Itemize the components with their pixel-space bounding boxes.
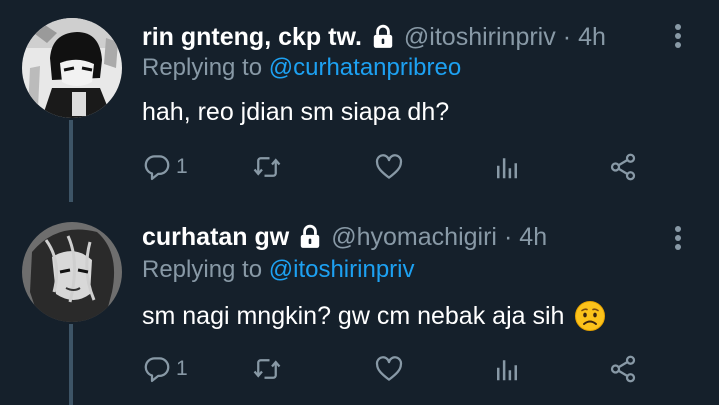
retweet-button[interactable]: [252, 150, 282, 184]
tweet-header: curhatan gw @hyomachigiri · 4h: [142, 222, 547, 252]
replying-to: Replying to @itoshirinpriv: [142, 256, 414, 284]
timestamp[interactable]: 4h: [519, 223, 547, 252]
separator: ·: [562, 22, 572, 51]
reply-count: 1: [176, 357, 188, 380]
like-button[interactable]: [374, 352, 404, 386]
avatar[interactable]: [22, 18, 122, 118]
replying-to-mention[interactable]: @itoshirinpriv: [269, 256, 415, 283]
reply-button[interactable]: 1: [142, 352, 188, 386]
reply-icon: [144, 357, 170, 382]
thread-line: [69, 324, 73, 405]
retweet-icon: [253, 157, 281, 177]
avatar[interactable]: [22, 222, 122, 322]
tweet[interactable]: rin gnteng, ckp tw. @itoshirinpriv · 4h …: [0, 0, 719, 202]
replying-to-mention[interactable]: @curhatanpribreo: [269, 54, 461, 81]
reply-button[interactable]: 1: [142, 150, 188, 184]
tweet-text: hah, reo jdian sm siapa dh?: [142, 98, 449, 127]
more-button[interactable]: [668, 222, 688, 254]
replying-prefix: Replying to: [142, 54, 263, 81]
share-icon: [610, 355, 636, 383]
more-vertical-icon: [675, 226, 681, 232]
thread-line: [69, 120, 73, 202]
handle[interactable]: @itoshirinpriv: [404, 23, 556, 52]
display-name[interactable]: curhatan gw: [142, 223, 289, 252]
share-icon: [610, 153, 636, 181]
tweet-header: rin gnteng, ckp tw. @itoshirinpriv · 4h: [142, 22, 606, 52]
tweet[interactable]: curhatan gw @hyomachigiri · 4h Replying …: [0, 202, 719, 405]
retweet-button[interactable]: [252, 352, 282, 386]
tweet-text-content: hah, reo jdian sm siapa dh?: [142, 98, 450, 126]
share-button[interactable]: [608, 150, 638, 184]
stats-button[interactable]: [492, 352, 522, 386]
separator: ·: [503, 222, 513, 251]
stats-icon: [497, 158, 517, 179]
reply-icon: [144, 155, 170, 180]
like-button[interactable]: [374, 150, 404, 184]
tweet-actions: 1: [142, 150, 662, 184]
stats-icon: [497, 360, 517, 381]
more-vertical-icon: [675, 24, 681, 30]
replying-prefix: Replying to: [142, 256, 263, 283]
replying-to: Replying to @curhatanpribreo: [142, 54, 461, 82]
stats-button[interactable]: [492, 150, 522, 184]
tweet-actions: 1: [142, 352, 662, 386]
more-button[interactable]: [668, 20, 688, 52]
handle[interactable]: @hyomachigiri: [331, 223, 497, 252]
lock-icon: [370, 24, 396, 50]
tweet-text: sm nagi mngkin? gw cm nebak aja sih: [142, 300, 606, 332]
display-name[interactable]: rin gnteng, ckp tw.: [142, 23, 362, 52]
heart-icon: [375, 356, 403, 381]
reply-count: 1: [176, 155, 188, 178]
retweet-icon: [253, 359, 281, 379]
share-button[interactable]: [608, 352, 638, 386]
heart-icon: [375, 154, 403, 179]
tweet-text-content: sm nagi mngkin? gw cm nebak aja sih: [142, 301, 565, 330]
timestamp[interactable]: 4h: [578, 23, 606, 52]
worried-face-emoji: [574, 300, 606, 332]
lock-icon: [297, 224, 323, 250]
